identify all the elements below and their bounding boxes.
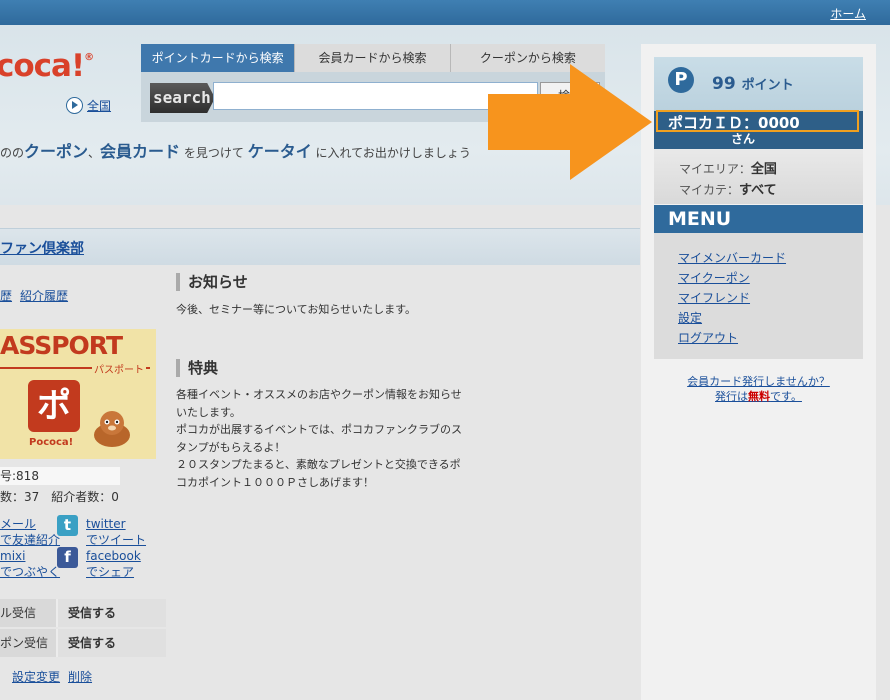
my-category-value: すべて xyxy=(739,183,777,198)
menu-item-coupon[interactable]: マイクーポン xyxy=(678,268,786,288)
passport-subtitle: パスポート xyxy=(92,361,146,376)
mail-receive-label: ル受信 xyxy=(0,599,56,627)
edit-settings-link[interactable]: 設定変更 xyxy=(12,670,60,684)
tagline-text: 、 xyxy=(88,146,101,160)
mixi-share: mixi でつぶやく xyxy=(0,548,60,580)
tagline-member-card: 会員カード xyxy=(100,142,181,161)
tagline-coupon: クーポン xyxy=(24,142,89,161)
issue-post: です。 xyxy=(770,390,802,403)
tagline: ののクーポン、会員カード を見つけて ケータイ に入れてお出かけしましょう xyxy=(0,138,471,162)
point-icon: P xyxy=(668,67,694,93)
facebook-share: facebook でシェア xyxy=(86,548,141,580)
menu-item-logout[interactable]: ログアウト xyxy=(678,328,786,348)
history-link[interactable]: 歴 xyxy=(0,289,12,303)
settings-links: 設定変更 削除 xyxy=(12,668,100,685)
logo-registered-mark: ® xyxy=(84,52,94,63)
history-links: 歴紹介履歴 xyxy=(0,287,76,304)
points-display: 99 ポイント xyxy=(712,74,794,94)
facebook-icon[interactable]: f xyxy=(57,547,78,568)
perks-line: ２０スタンプたまると、素敵なプレゼントと交換できるポ xyxy=(176,458,461,471)
fan-club-link[interactable]: ファン倶楽部 xyxy=(0,238,84,258)
referral-history-link[interactable]: 紹介履歴 xyxy=(20,289,68,303)
tab-member-card-search[interactable]: 会員カードから検索 xyxy=(294,44,450,72)
passport-title: ASSPORT xyxy=(0,331,123,360)
menu-heading: MENU xyxy=(654,205,863,233)
mail-link[interactable]: メール xyxy=(0,517,36,531)
perks-body: 各種イベント・オススメのお店やクーポン情報をお知らせ いたします。 ポコカが出展… xyxy=(176,386,491,491)
points-value: 99 xyxy=(712,74,736,94)
tab-point-card-search[interactable]: ポイントカードから検索 xyxy=(141,44,295,72)
pococa-badge: ポ xyxy=(28,380,80,432)
area-all-label: 全国 xyxy=(87,99,112,113)
my-category: マイカテ：すべて xyxy=(679,179,777,198)
mail-receive-row: ル受信 受信する xyxy=(0,599,166,627)
coupon-receive-value: 受信する xyxy=(56,629,166,657)
my-area-label: マイエリア： xyxy=(679,162,751,176)
mixi-post-link[interactable]: でつぶやく xyxy=(0,565,60,579)
tagline-text: のの xyxy=(0,146,25,160)
twitter-icon[interactable]: t xyxy=(57,515,78,536)
issue-free: 無料 xyxy=(748,390,771,403)
menu-item-friend[interactable]: マイフレンド xyxy=(678,288,786,308)
twitter-link[interactable]: twitter xyxy=(86,517,126,531)
perks-line: タンプがもらえるよ！ xyxy=(176,440,286,454)
perks-line: コカポイント１０００Ｐさしあげます！ xyxy=(176,475,374,489)
top-bar xyxy=(0,0,890,25)
search-label: search xyxy=(150,83,215,113)
coupon-receive-row: ポン受信 受信する xyxy=(0,629,166,657)
my-area: マイエリア：全国 xyxy=(679,158,777,177)
mail-share: メール で友達紹介 xyxy=(0,516,60,548)
my-area-value: 全国 xyxy=(750,162,777,177)
mail-invite-link[interactable]: で友達紹介 xyxy=(0,533,60,547)
points-unit: ポイント xyxy=(741,78,794,93)
perks-line: いたします。 xyxy=(176,405,241,419)
facebook-link[interactable]: facebook xyxy=(86,549,141,563)
perks-line: 各種イベント・オススメのお店やクーポン情報をお知らせ xyxy=(176,388,462,401)
arrow-icon xyxy=(488,64,652,180)
delete-link[interactable]: 削除 xyxy=(68,670,92,684)
home-link[interactable]: ホーム xyxy=(830,5,866,22)
pococa-badge-label: Pococa! xyxy=(29,437,74,448)
coupon-receive-label: ポン受信 xyxy=(0,629,56,657)
perks-heading: 特典 xyxy=(176,359,218,377)
menu-item-member-card[interactable]: マイメンバーカード xyxy=(678,248,786,268)
news-body: 今後、セミナー等についてお知らせいたします。 xyxy=(176,303,417,316)
tagline-mobile: ケータイ xyxy=(247,142,312,161)
issue-pre: 発行は xyxy=(715,390,749,403)
issue-member-card-link[interactable]: 会員カード発行しませんか？ 発行は無料です。 xyxy=(654,374,863,404)
facebook-share-link[interactable]: でシェア xyxy=(86,565,134,579)
member-number: 号:818 xyxy=(0,467,120,485)
issue-line1: 会員カード発行しませんか？ xyxy=(687,375,830,388)
honorific: さん xyxy=(731,132,756,146)
logo-text: coca! xyxy=(0,48,85,84)
logo[interactable]: coca!® xyxy=(0,48,94,84)
mascot-icon xyxy=(94,411,130,447)
perks-line: ポコカが出展するイベントでは、ポコカファンクラブのス xyxy=(176,423,462,436)
tweet-link[interactable]: でツイート xyxy=(86,533,146,547)
tagline-text: に入れてお出かけしましょう xyxy=(311,146,471,160)
menu-item-settings[interactable]: 設定 xyxy=(678,308,786,328)
member-counts: 数：37 紹介者数：0 xyxy=(0,490,119,504)
play-icon xyxy=(66,97,83,114)
twitter-share: twitter でツイート xyxy=(86,516,146,548)
menu-list: マイメンバーカード マイクーポン マイフレンド 設定 ログアウト xyxy=(678,248,786,348)
news-heading: お知らせ xyxy=(176,273,248,291)
tagline-text: を見つけて xyxy=(180,146,248,160)
mixi-link[interactable]: mixi xyxy=(0,549,25,563)
fan-club-bar xyxy=(0,228,640,265)
mail-receive-value: 受信する xyxy=(56,599,166,627)
area-all-link[interactable]: 全国 xyxy=(66,97,111,114)
my-category-label: マイカテ： xyxy=(679,183,740,197)
